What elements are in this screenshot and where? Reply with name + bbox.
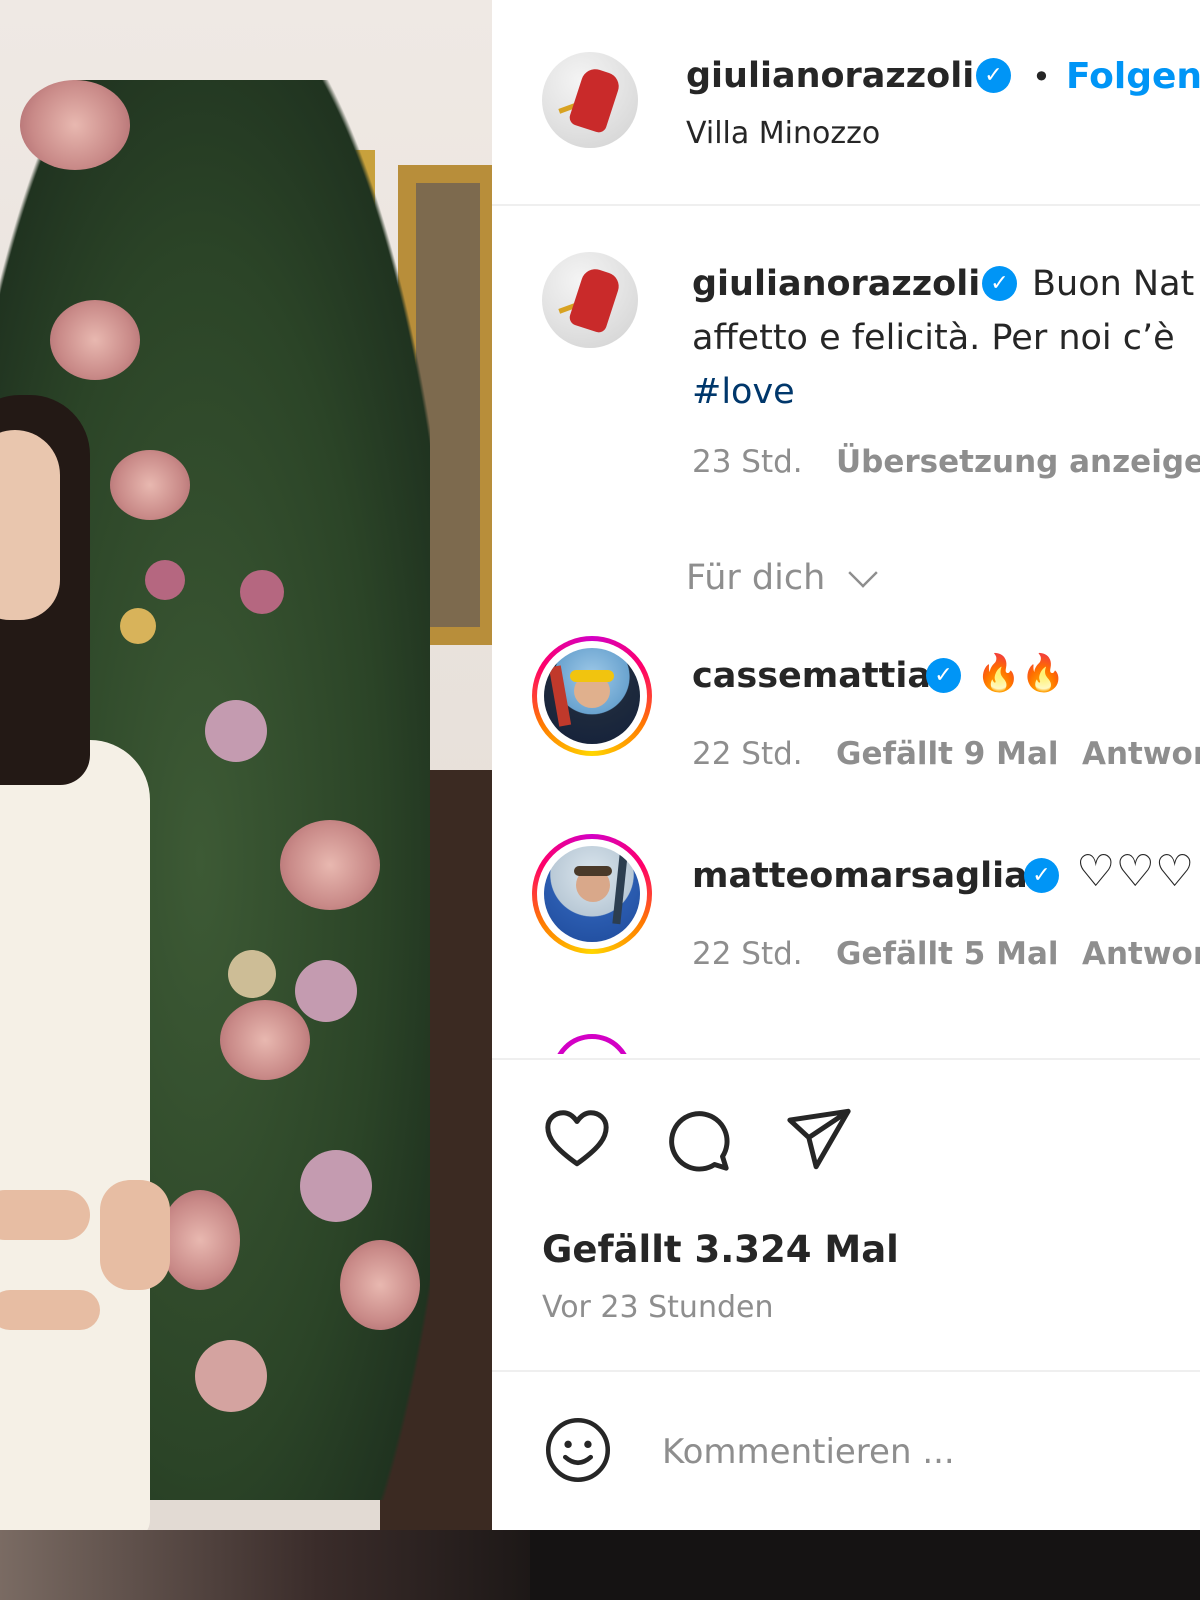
- likes-count[interactable]: Gefällt 3.324 Mal: [542, 1228, 899, 1271]
- comment-avatar-story-ring[interactable]: [532, 834, 652, 954]
- comment-filter-dropdown[interactable]: Für dich: [686, 558, 825, 598]
- photo-person-hand: [0, 1290, 100, 1330]
- header-divider: [492, 204, 1200, 206]
- actions-divider: [492, 1058, 1200, 1060]
- verified-badge-icon: ✓: [982, 266, 1017, 301]
- caption-time[interactable]: 23 Std.: [692, 444, 803, 480]
- photo-person-dress: [0, 740, 150, 1530]
- post-timestamp[interactable]: Vor 23 Stunden: [542, 1290, 773, 1325]
- comment-reply-button[interactable]: Antwor: [1082, 736, 1200, 772]
- caption-hashtag[interactable]: #love: [692, 372, 795, 412]
- comment-likes[interactable]: Gefällt 5 Mal: [836, 936, 1059, 972]
- photo-flower: [20, 80, 130, 170]
- photo-strip-below: [0, 1530, 1200, 1600]
- comment-time[interactable]: 22 Std.: [692, 936, 803, 972]
- verified-badge-icon: ✓: [1024, 858, 1059, 893]
- caption-text-line-2: affetto e felicità. Per noi c’è: [692, 318, 1175, 358]
- photo-ornament: [205, 700, 267, 762]
- comment-time[interactable]: 22 Std.: [692, 736, 803, 772]
- photo-person-hand: [0, 1190, 90, 1240]
- caption-username[interactable]: giulianorazzoli: [692, 264, 980, 304]
- comment-avatar-partial: [532, 1034, 652, 1054]
- comment-avatar-story-ring[interactable]: [532, 636, 652, 756]
- heart-icon[interactable]: [542, 1104, 612, 1174]
- post-photo[interactable]: [0, 0, 492, 1530]
- verified-badge-icon: ✓: [926, 658, 961, 693]
- follow-button[interactable]: Folgen: [1066, 56, 1200, 97]
- author-username[interactable]: giulianorazzoli: [686, 56, 974, 96]
- photo-flower: [220, 1000, 310, 1080]
- separator-dot: •: [1032, 58, 1051, 96]
- comment-input[interactable]: [662, 1430, 1182, 1474]
- comment-reply-button[interactable]: Antwor: [1082, 936, 1200, 972]
- photo-flower: [340, 1240, 420, 1330]
- comment-likes[interactable]: Gefällt 9 Mal: [836, 736, 1059, 772]
- caption-author-avatar[interactable]: [542, 252, 638, 348]
- photo-person-hand: [100, 1180, 170, 1290]
- comment-box-divider: [492, 1370, 1200, 1372]
- comment-text: 🔥🔥: [976, 653, 1066, 694]
- photo-ornament: [240, 570, 284, 614]
- photo-flower: [280, 820, 380, 910]
- emoji-icon[interactable]: [544, 1416, 612, 1484]
- verified-badge-icon: ✓: [976, 58, 1011, 93]
- photo-flower: [160, 1190, 240, 1290]
- photo-ornament: [145, 560, 185, 600]
- photo-ornament: [120, 608, 156, 644]
- photo-ornament: [195, 1340, 267, 1412]
- comment-username[interactable]: cassemattia: [692, 656, 931, 696]
- photo-flower: [50, 300, 140, 380]
- author-avatar[interactable]: [542, 52, 638, 148]
- photo-ornament: [300, 1150, 372, 1222]
- photo-person-face: [0, 430, 60, 620]
- photo-ornament: [295, 960, 357, 1022]
- share-icon[interactable]: [784, 1104, 854, 1174]
- photo-flower: [110, 450, 190, 520]
- comment-username[interactable]: matteomarsaglia: [692, 856, 1028, 896]
- translate-button[interactable]: Übersetzung anzeigen: [836, 444, 1200, 480]
- caption-text-line-1: Buon Nat: [1032, 264, 1195, 304]
- photo-ornament: [228, 950, 276, 998]
- comment-text: ♡♡♡: [1076, 846, 1195, 897]
- post-location[interactable]: Villa Minozzo: [686, 116, 880, 151]
- comment-icon[interactable]: [662, 1104, 732, 1174]
